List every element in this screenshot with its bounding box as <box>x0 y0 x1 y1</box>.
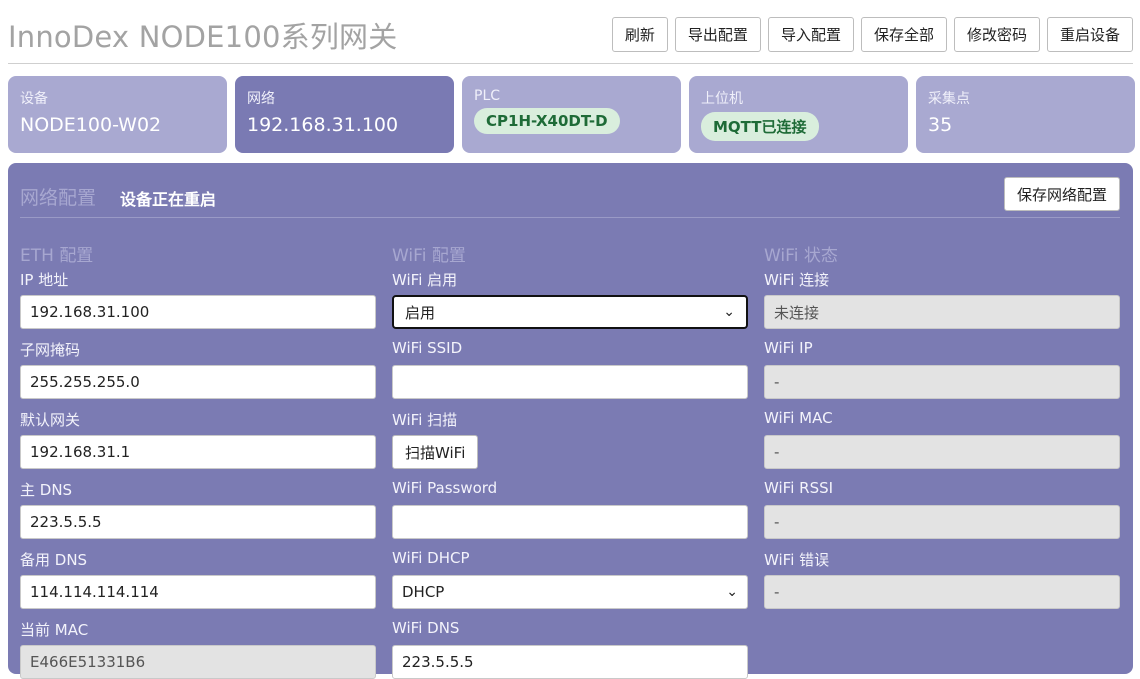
toolbar: 刷新 导出配置 导入配置 保存全部 修改密码 重启设备 <box>611 17 1133 52</box>
mac-address-field: E466E51331B6 <box>20 645 376 679</box>
wifi-ip-field: - <box>764 365 1120 399</box>
plc-card[interactable]: PLC CP1H-X40DT-D <box>462 76 681 153</box>
ip-address-input[interactable]: 192.168.31.100 <box>20 295 376 329</box>
panel-title: 网络配置 <box>20 187 97 209</box>
wifi-ssid-input[interactable] <box>392 365 748 399</box>
secondary-dns-input[interactable]: 114.114.114.114 <box>20 575 376 609</box>
field-label: WiFi MAC <box>764 409 833 427</box>
card-value: NODE100-W02 <box>20 114 162 136</box>
field-label: WiFi Password <box>392 479 498 497</box>
field-label: 子网掩码 <box>20 341 81 359</box>
card-value: 192.168.31.100 <box>247 114 399 136</box>
wifi-dns-input[interactable]: 223.5.5.5 <box>392 645 748 679</box>
app-title: InnoDex NODE100系列网关 <box>8 20 398 54</box>
section-title: ETH 配置 <box>20 246 94 266</box>
wifi-password-input[interactable] <box>392 505 748 539</box>
field-label: WiFi 连接 <box>764 271 830 289</box>
select-value: 启用 <box>405 303 436 322</box>
restart-status: 设备正在重启 <box>120 190 217 209</box>
wifi-connection-field: 未连接 <box>764 295 1120 329</box>
field-label: WiFi 启用 <box>392 271 458 289</box>
select-value: DHCP <box>402 583 445 601</box>
gateway-input[interactable]: 192.168.31.1 <box>20 435 376 469</box>
save-all-button[interactable]: 保存全部 <box>860 17 947 52</box>
wifi-error-field: - <box>764 575 1120 609</box>
card-label: PLC <box>474 88 501 104</box>
wifi-config-column: WiFi 配置 WiFi 启用 启用 ⌄ WiFi SSID WiFi 扫描 扫… <box>392 241 748 679</box>
card-label: 上位机 <box>701 91 743 107</box>
field-label: 默认网关 <box>20 411 81 429</box>
field-label: 当前 MAC <box>20 621 89 639</box>
panel-header: 网络配置 设备正在重启 保存网络配置 <box>20 175 1120 218</box>
field-label: 备用 DNS <box>20 551 88 569</box>
section-title: WiFi 配置 <box>392 246 466 266</box>
field-label: WiFi DNS <box>392 619 460 637</box>
chevron-down-icon: ⌄ <box>726 584 738 600</box>
scan-wifi-button[interactable]: 扫描WiFi <box>392 435 479 469</box>
restart-device-button[interactable]: 重启设备 <box>1046 17 1133 52</box>
points-card[interactable]: 采集点 35 <box>916 76 1135 153</box>
status-badge: MQTT已连接 <box>701 112 819 141</box>
change-password-button[interactable]: 修改密码 <box>953 17 1040 52</box>
field-label: WiFi 扫描 <box>392 411 458 429</box>
network-card[interactable]: 网络 192.168.31.100 <box>235 76 454 153</box>
card-label: 采集点 <box>928 91 970 107</box>
status-badge: CP1H-X40DT-D <box>474 108 620 134</box>
field-label: WiFi RSSI <box>764 479 834 497</box>
chevron-down-icon: ⌄ <box>723 304 735 320</box>
card-label: 设备 <box>20 91 48 107</box>
field-label: WiFi SSID <box>392 339 463 357</box>
host-card[interactable]: 上位机 MQTT已连接 <box>689 76 908 153</box>
save-network-config-button[interactable]: 保存网络配置 <box>1003 177 1120 211</box>
field-label: 主 DNS <box>20 481 73 499</box>
field-label: WiFi DHCP <box>392 549 470 567</box>
wifi-mac-field: - <box>764 435 1120 469</box>
wifi-enable-select[interactable]: 启用 ⌄ <box>392 295 748 329</box>
subnet-mask-input[interactable]: 255.255.255.0 <box>20 365 376 399</box>
import-config-button[interactable]: 导入配置 <box>767 17 854 52</box>
network-config-panel: 网络配置 设备正在重启 保存网络配置 ETH 配置 IP 地址 192.168.… <box>8 163 1133 679</box>
section-title: WiFi 状态 <box>764 246 838 266</box>
device-card[interactable]: 设备 NODE100-W02 <box>8 76 227 153</box>
field-label: IP 地址 <box>20 271 69 289</box>
export-config-button[interactable]: 导出配置 <box>674 17 761 52</box>
refresh-button[interactable]: 刷新 <box>611 17 668 52</box>
status-cards: 设备 NODE100-W02 网络 192.168.31.100 PLC CP1… <box>8 76 1135 153</box>
card-value: 35 <box>928 114 953 136</box>
wifi-dhcp-select[interactable]: DHCP ⌄ <box>392 575 748 609</box>
card-label: 网络 <box>247 91 275 107</box>
eth-config-column: ETH 配置 IP 地址 192.168.31.100 子网掩码 255.255… <box>20 241 376 679</box>
wifi-status-column: WiFi 状态 WiFi 连接 未连接 WiFi IP - WiFi MAC -… <box>764 241 1120 609</box>
field-label: WiFi IP <box>764 339 813 357</box>
header: InnoDex NODE100系列网关 刷新 导出配置 导入配置 保存全部 修改… <box>8 0 1133 64</box>
primary-dns-input[interactable]: 223.5.5.5 <box>20 505 376 539</box>
wifi-rssi-field: - <box>764 505 1120 539</box>
field-label: WiFi 错误 <box>764 551 830 569</box>
